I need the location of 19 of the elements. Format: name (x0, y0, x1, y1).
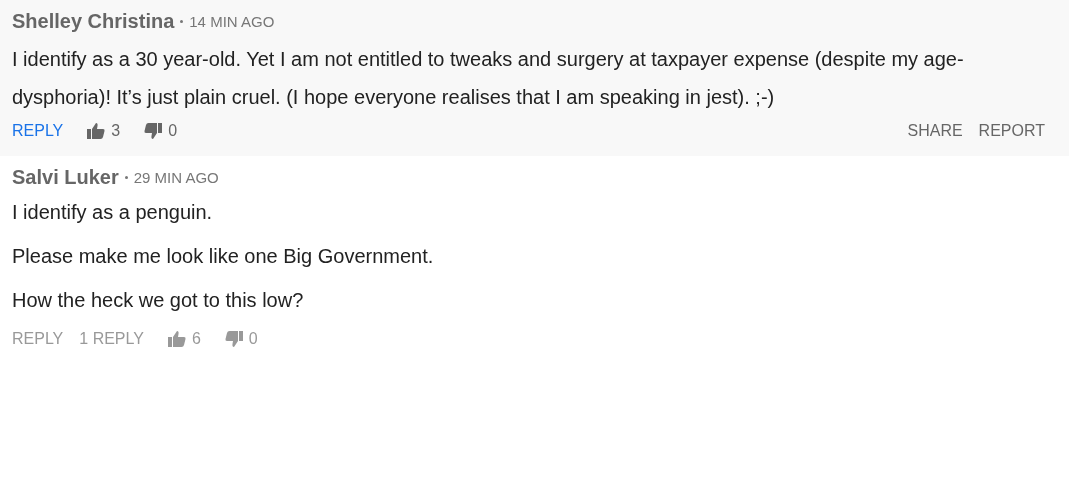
timestamp: 29 MIN AGO (133, 168, 219, 186)
report-button[interactable]: REPORT (978, 122, 1045, 140)
like-button[interactable]: 3 (87, 122, 121, 140)
comment-text: I identify as a penguin. (12, 200, 214, 225)
dislike-button[interactable]: 0 (224, 330, 258, 348)
dislike-button[interactable]: 0 (144, 122, 178, 140)
reply-button[interactable]: REPLY (12, 122, 64, 140)
share-button[interactable]: SHARE (907, 122, 963, 140)
author-name: Salvi Luker (12, 165, 119, 189)
like-button[interactable]: 6 (167, 330, 201, 348)
replies-link[interactable]: 1 REPLY (79, 330, 144, 348)
comment-text: How the heck we got to this low? (12, 288, 305, 313)
timestamp: 14 MIN AGO (189, 12, 275, 30)
reply-button[interactable]: REPLY (12, 330, 64, 348)
comment-text: Please make me look like one Big Government. (12, 244, 435, 269)
separator-dot (180, 19, 184, 23)
author-name: Shelley Christina (12, 9, 175, 33)
comment-text: I identify as a 30 year-old. Yet I am not entitled to tweaks and surgery at taxpayer expense (despite my age-dysphoria)! It’s just plain cruel. (I hope everyone realises that I am speaking in jest). ;-) (12, 47, 965, 110)
separator-dot (124, 175, 128, 179)
